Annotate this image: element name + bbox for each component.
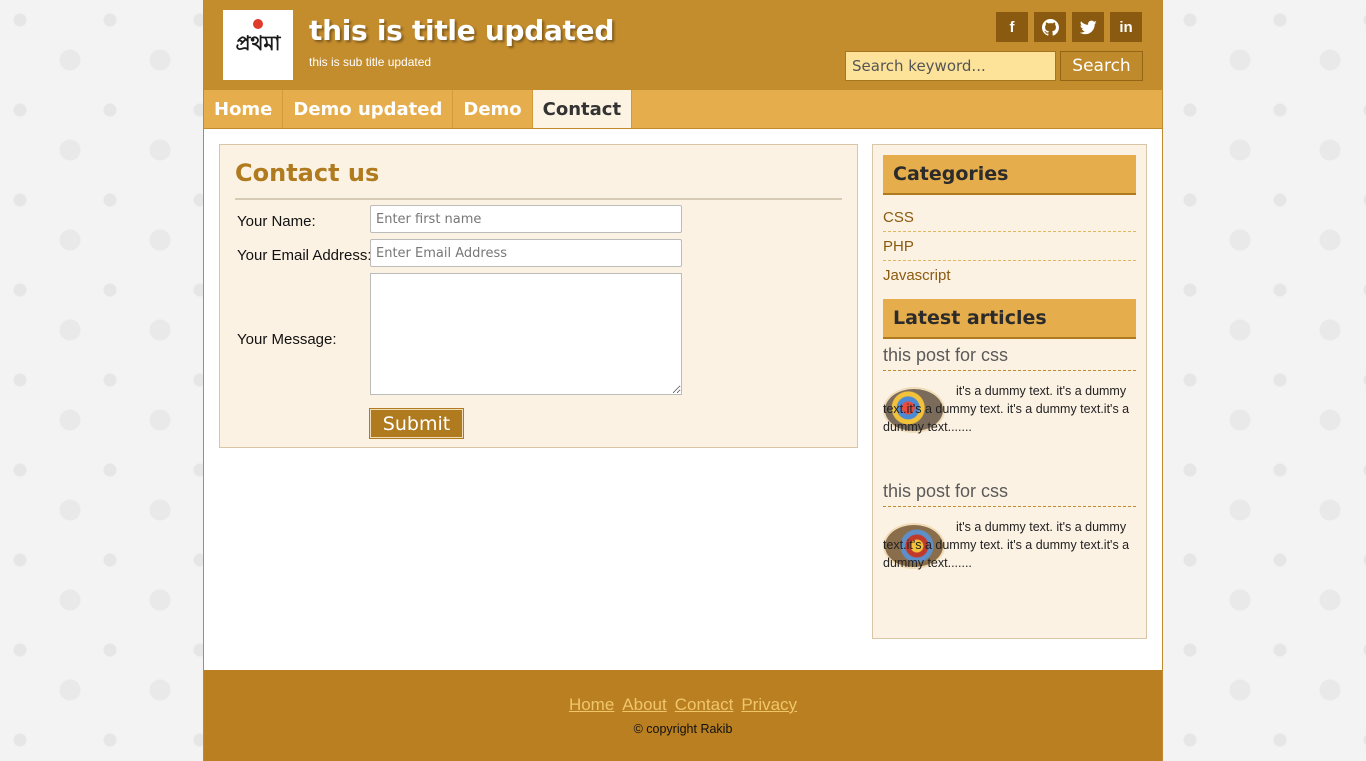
- linkedin-icon: in: [1119, 18, 1133, 36]
- footer-links: Home About Contact Privacy: [204, 695, 1162, 715]
- article-excerpt: it's a dummy text. it's a dummy text.it'…: [883, 384, 1130, 434]
- logo-text: প্রথমা: [235, 30, 281, 55]
- sidebar: Categories CSS PHP Javascript Latest art…: [872, 144, 1147, 639]
- name-input[interactable]: [370, 205, 682, 233]
- email-input[interactable]: [370, 239, 682, 267]
- category-php[interactable]: PHP: [883, 232, 1136, 261]
- category-javascript[interactable]: Javascript: [883, 261, 1136, 290]
- twitter-icon: [1079, 20, 1097, 34]
- nav-home[interactable]: Home: [204, 90, 284, 128]
- categories-heading: Categories: [883, 155, 1136, 195]
- message-textarea[interactable]: [370, 273, 682, 395]
- github-icon: [1041, 18, 1059, 36]
- article-excerpt: it's a dummy text. it's a dummy text.it'…: [883, 520, 1130, 570]
- footer-link-privacy[interactable]: Privacy: [741, 695, 797, 715]
- search-button[interactable]: Search: [1060, 51, 1143, 81]
- logo-sun-icon: [252, 18, 263, 29]
- site-title[interactable]: this is title updated: [309, 14, 614, 47]
- category-css[interactable]: CSS: [883, 203, 1136, 232]
- main-nav: Home Demo updated Demo Contact: [204, 90, 1162, 129]
- footer-link-about[interactable]: About: [622, 695, 666, 715]
- nav-demo-updated[interactable]: Demo updated: [283, 90, 454, 128]
- message-label: Your Message:: [237, 331, 337, 348]
- article-title[interactable]: this post for css: [883, 345, 1136, 371]
- github-button[interactable]: [1034, 12, 1066, 42]
- submit-button[interactable]: Submit: [369, 408, 464, 439]
- name-label: Your Name:: [237, 213, 316, 230]
- logo-mark: প্রথমা: [235, 18, 281, 62]
- site-subtitle: this is sub title updated: [309, 55, 432, 69]
- facebook-icon: f: [1009, 18, 1015, 36]
- search-input[interactable]: [845, 51, 1056, 81]
- site-logo[interactable]: প্রথমা: [223, 10, 293, 80]
- facebook-button[interactable]: f: [996, 12, 1028, 42]
- page-wrapper: প্রথমা this is title updated this is sub…: [203, 0, 1163, 761]
- twitter-button[interactable]: [1072, 12, 1104, 42]
- page-title: Contact us: [235, 159, 380, 187]
- site-header: প্রথমা this is title updated this is sub…: [204, 0, 1162, 90]
- article-title[interactable]: this post for css: [883, 481, 1136, 507]
- title-divider: [235, 198, 842, 200]
- email-label: Your Email Address:: [237, 247, 372, 264]
- site-footer: Home About Contact Privacy © copyright R…: [204, 670, 1162, 761]
- linkedin-button[interactable]: in: [1110, 12, 1142, 42]
- footer-link-contact[interactable]: Contact: [675, 695, 734, 715]
- nav-contact[interactable]: Contact: [532, 90, 633, 128]
- footer-link-home[interactable]: Home: [569, 695, 614, 715]
- copyright-text: © copyright Rakib: [633, 722, 733, 736]
- social-links: f in: [996, 12, 1142, 42]
- latest-articles-heading: Latest articles: [883, 299, 1136, 339]
- nav-demo[interactable]: Demo: [453, 90, 533, 128]
- contact-panel: Contact us Your Name: Your Email Address…: [219, 144, 858, 448]
